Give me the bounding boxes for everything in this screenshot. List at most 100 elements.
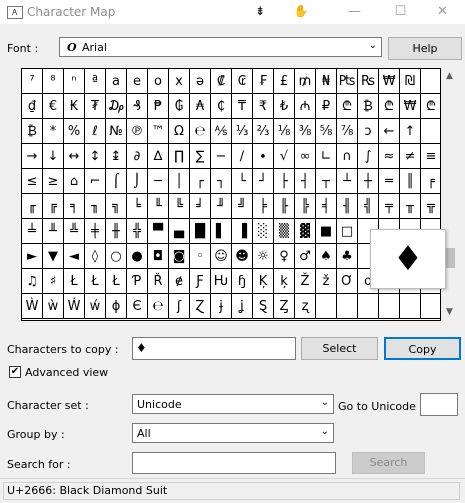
character-cell[interactable]: │ [169,169,190,194]
character-cell[interactable]: ⁸ [43,69,64,94]
character-cell[interactable]: ∩ [337,144,358,169]
character-cell[interactable]: ◙ [169,244,190,269]
character-cell[interactable]: ₽ [316,94,337,119]
character-cell[interactable]: ╪ [85,219,106,244]
character-cell[interactable] [400,294,421,319]
advanced-view-checkbox[interactable]: ✔ [9,366,21,378]
character-cell[interactable]: Ř [148,269,169,294]
character-cell[interactable]: ╝ [232,194,253,219]
character-cell[interactable]: → [22,144,43,169]
character-cell[interactable]: ₢ [232,69,253,94]
character-cell[interactable]: ╨ [43,219,64,244]
character-cell[interactable]: ╚ [169,194,190,219]
character-cell[interactable]: ╬ [127,219,148,244]
minimize-button[interactable]: — [332,0,377,24]
character-cell[interactable]: Ẃ [64,294,85,319]
character-cell[interactable]: ∆ [148,144,169,169]
character-cell[interactable]: ₩ [400,94,421,119]
character-cell[interactable]: ₼ [295,94,316,119]
character-cell[interactable]: ₯ [106,94,127,119]
character-cell[interactable]: ₰ [127,94,148,119]
character-cell[interactable]: ₥ [295,69,316,94]
character-cell[interactable]: Ẁ [22,294,43,319]
character-cell[interactable]: ♠ [316,244,337,269]
character-cell[interactable]: a [106,69,127,94]
character-cell[interactable]: ╞ [253,194,274,219]
character-cell[interactable]: ╤ [379,194,400,219]
scroll-up-icon[interactable]: ▲ [441,68,458,85]
character-cell[interactable]: ≠ [400,144,421,169]
character-cell[interactable]: ╓ [22,194,43,219]
character-cell[interactable]: ▀ [148,219,169,244]
character-cell[interactable]: ⌡ [127,169,148,194]
character-cell[interactable]: ∑ [190,144,211,169]
character-cell[interactable] [358,294,379,319]
character-cell[interactable]: Ł [85,269,106,294]
character-cell[interactable]: ₱ [148,94,169,119]
character-cell[interactable]: ═ [379,169,400,194]
character-cell[interactable] [421,119,442,144]
character-cell[interactable]: ╜ [211,194,232,219]
character-cell[interactable]: ┬ [316,169,337,194]
character-cell[interactable]: ∫ [358,144,379,169]
character-cell[interactable]: ≥ [43,169,64,194]
character-cell[interactable]: ≈ [379,144,400,169]
character-cell[interactable]: ∞ [295,144,316,169]
character-cell[interactable]: ◄ [64,244,85,269]
character-cell[interactable]: ⁷ [22,69,43,94]
character-cell[interactable]: Ȿ [253,294,274,319]
character-cell[interactable]: ɸ [106,294,127,319]
character-cell[interactable]: ℗ [127,119,148,144]
character-cell[interactable]: ╙ [148,194,169,219]
character-cell[interactable]: ▌ [211,219,232,244]
character-cell[interactable]: ╦ [421,194,442,219]
character-cell[interactable]: Є [127,294,148,319]
font-dropdown[interactable]: O Arial ⌄ [59,37,382,57]
character-cell[interactable]: ⅝ [316,119,337,144]
character-cell[interactable]: ɧ [232,269,253,294]
character-cell[interactable]: ─ [148,169,169,194]
character-cell[interactable]: ○ [106,244,127,269]
character-cell[interactable]: ◘ [148,244,169,269]
character-cell[interactable]: ª [85,69,106,94]
character-cell[interactable]: ┤ [295,169,316,194]
character-cell[interactable]: ▼ [43,244,64,269]
character-cell[interactable]: ╒ [421,169,442,194]
character-cell[interactable]: ╧ [22,219,43,244]
search-input[interactable] [132,452,336,474]
character-cell[interactable]: ↑ [400,119,421,144]
character-cell[interactable]: ₺ [274,94,295,119]
character-cell[interactable]: Ķ [253,269,274,294]
character-set-dropdown[interactable]: Unicode ⌄ [132,394,334,414]
group-by-dropdown[interactable]: All ⌄ [132,423,334,443]
character-cell[interactable]: ┘ [253,169,274,194]
character-cell[interactable]: Ơ [337,269,358,294]
character-cell[interactable]: ◊ [85,244,106,269]
character-cell[interactable]: ☻ [232,244,253,269]
character-cell[interactable]: ₫ [22,94,43,119]
character-cell[interactable]: ₩ [379,69,400,94]
character-cell[interactable]: ╡ [316,194,337,219]
character-cell[interactable]: ╟ [274,194,295,219]
character-cell[interactable]: ₹ [253,94,274,119]
copy-button[interactable]: Copy [384,337,461,360]
character-cell[interactable]: % [64,119,85,144]
character-cell[interactable]: ╔ [43,194,64,219]
character-cell[interactable]: ┐ [211,169,232,194]
character-cell[interactable]: ẁ [43,294,64,319]
character-cell[interactable]: ⌠ [106,169,127,194]
character-cell[interactable]: ╥ [400,194,421,219]
character-cell[interactable] [316,294,337,319]
character-cell[interactable]: ʐ [295,294,316,319]
character-cell[interactable]: ∏ [169,144,190,169]
character-cell[interactable]: ž [316,269,337,294]
character-cell[interactable]: ⁿ [64,69,85,94]
character-cell[interactable]: └ [232,169,253,194]
character-cell[interactable]: Ƒ [190,269,211,294]
character-cell[interactable]: ₲ [169,94,190,119]
search-button[interactable]: Search [352,452,425,474]
character-cell[interactable]: ⌂ [64,169,85,194]
character-cell[interactable]: ▒ [274,219,295,244]
character-cell[interactable]: ⅓ [232,119,253,144]
character-cell[interactable]: Ž [295,269,316,294]
